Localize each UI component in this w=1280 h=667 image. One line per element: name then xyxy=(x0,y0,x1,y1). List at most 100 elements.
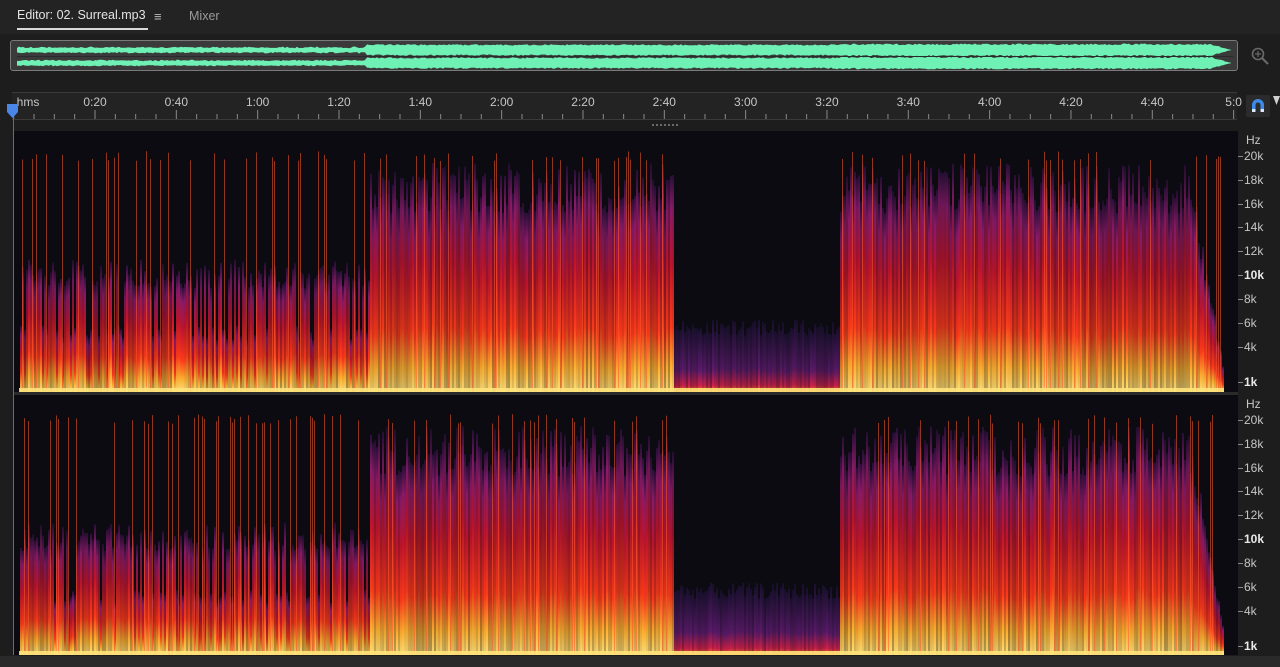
ruler-label: 1:20 xyxy=(327,95,351,109)
spectrogram-transient xyxy=(964,153,965,390)
spectrogram-transient xyxy=(532,160,533,392)
spectrogram-column xyxy=(370,173,372,392)
scroll-right-caret-icon[interactable] xyxy=(1273,96,1280,106)
spectrogram-column xyxy=(672,451,674,655)
spectrogram-column xyxy=(784,589,786,655)
spectrogram-column xyxy=(526,213,528,392)
spectrogram-column xyxy=(98,336,100,392)
spectrogram-column xyxy=(1072,198,1074,392)
spectrogram-column xyxy=(78,541,80,655)
spectrogram-column xyxy=(206,525,208,655)
spectrogram-transient xyxy=(92,159,93,392)
spectrogram-column xyxy=(130,547,132,655)
spectrogram-column xyxy=(846,471,848,655)
spectrogram-column xyxy=(428,454,430,655)
spectrogram-column xyxy=(162,263,164,392)
spectrogram-column xyxy=(836,328,838,392)
spectrogram-column xyxy=(760,583,762,655)
spectrogram-column xyxy=(1104,205,1106,392)
spectrogram-column xyxy=(272,526,274,655)
spectrogram-column xyxy=(724,327,726,392)
hz-tick xyxy=(1238,539,1243,540)
spectrogram-column xyxy=(90,330,92,392)
spectrogram-transient xyxy=(300,153,301,389)
spectrogram-column xyxy=(412,464,414,655)
spectrogram-column xyxy=(796,320,798,392)
spectrogram-column xyxy=(480,197,482,392)
spectrogram-column xyxy=(952,163,954,392)
spectrogram-column xyxy=(1056,212,1058,392)
panel-divider-grip-icon[interactable] xyxy=(652,123,680,127)
spectrogram-column xyxy=(948,178,950,392)
spectrogram-column xyxy=(922,187,924,392)
magnet-snap-icon[interactable] xyxy=(1246,95,1270,117)
spectrogram-column xyxy=(762,322,764,392)
hz-label: 1k xyxy=(1244,375,1258,389)
spectrogram-transient xyxy=(948,420,949,655)
spectrogram-transient xyxy=(666,415,667,652)
spectrogram-column xyxy=(1196,498,1198,655)
spectrogram-column xyxy=(706,322,708,392)
time-ruler[interactable] xyxy=(12,92,1237,120)
tab-mixer[interactable]: Mixer xyxy=(189,9,220,23)
spectrogram-column xyxy=(886,198,888,392)
spectrogram-column xyxy=(670,463,672,655)
spectrogram-transient xyxy=(178,415,179,652)
spectrogram-transient xyxy=(264,422,265,655)
spectrogram-transient xyxy=(310,416,311,653)
hz-tick xyxy=(1238,204,1243,205)
spectrogram-column xyxy=(1084,475,1086,655)
spectrogram-column xyxy=(404,465,406,655)
spectrogram-transient xyxy=(314,420,315,655)
spectrogram-column xyxy=(750,326,752,392)
spectrogram-column xyxy=(602,447,604,655)
spectrogram-column xyxy=(1210,303,1212,392)
spectrogram-column xyxy=(1068,438,1070,655)
spectrogram-column xyxy=(142,596,144,655)
spectrogram-transient xyxy=(878,422,879,655)
spectrogram-column xyxy=(120,329,122,392)
tab-menu-icon[interactable]: ≡ xyxy=(154,9,162,24)
spectrogram-column xyxy=(624,475,626,655)
overview-waveform-navigator[interactable] xyxy=(10,40,1238,71)
spectrogram-transient xyxy=(416,156,417,392)
spectrogram-column xyxy=(956,208,958,392)
tab-editor[interactable]: Editor: 02. Surreal.mp3 xyxy=(17,8,148,30)
spectrogram-column xyxy=(86,335,88,392)
spectrogram-column xyxy=(386,426,388,655)
spectrogram-column xyxy=(1122,165,1124,392)
spectrogram-transient xyxy=(598,158,599,392)
hz-label: 12k xyxy=(1244,244,1264,258)
spectrogram-column xyxy=(724,595,726,655)
spectrogram-column xyxy=(500,175,502,392)
spectrogram-column xyxy=(944,426,946,655)
spectrogram-transient xyxy=(392,423,393,655)
spectrogram-column xyxy=(220,262,222,392)
spectrogram-column xyxy=(1150,457,1152,655)
hz-tick xyxy=(1238,347,1243,348)
spectrogram-column xyxy=(368,280,370,392)
spectrogram-column xyxy=(868,183,870,392)
spectrogram-transient xyxy=(1096,152,1097,389)
spectrogram-column xyxy=(280,288,282,392)
zoom-navigator-icon[interactable] xyxy=(1249,45,1271,67)
spectrogram-column xyxy=(1064,476,1066,655)
spectrogram-column xyxy=(812,598,814,655)
spectrogram-column xyxy=(856,178,858,392)
spectrogram-column xyxy=(1202,246,1204,392)
spectrogram-column xyxy=(32,534,34,655)
hz-label: 16k xyxy=(1244,197,1264,211)
spectrogram-column xyxy=(716,588,718,655)
spectrogram-column xyxy=(982,202,984,392)
spectrogram-transient xyxy=(992,423,993,655)
spectrogram-column xyxy=(1186,440,1188,655)
spectrogram-column xyxy=(28,260,30,392)
spectrogram-channel-left[interactable] xyxy=(14,131,1238,392)
spectrogram-column xyxy=(44,276,46,392)
spectrogram-column xyxy=(692,589,694,655)
spectrogram-channel-right[interactable] xyxy=(14,394,1238,655)
playhead-marker-icon[interactable] xyxy=(6,103,19,119)
spectrogram-column xyxy=(636,169,638,392)
spectrogram-column xyxy=(446,472,448,655)
spectrogram-column xyxy=(432,163,434,392)
